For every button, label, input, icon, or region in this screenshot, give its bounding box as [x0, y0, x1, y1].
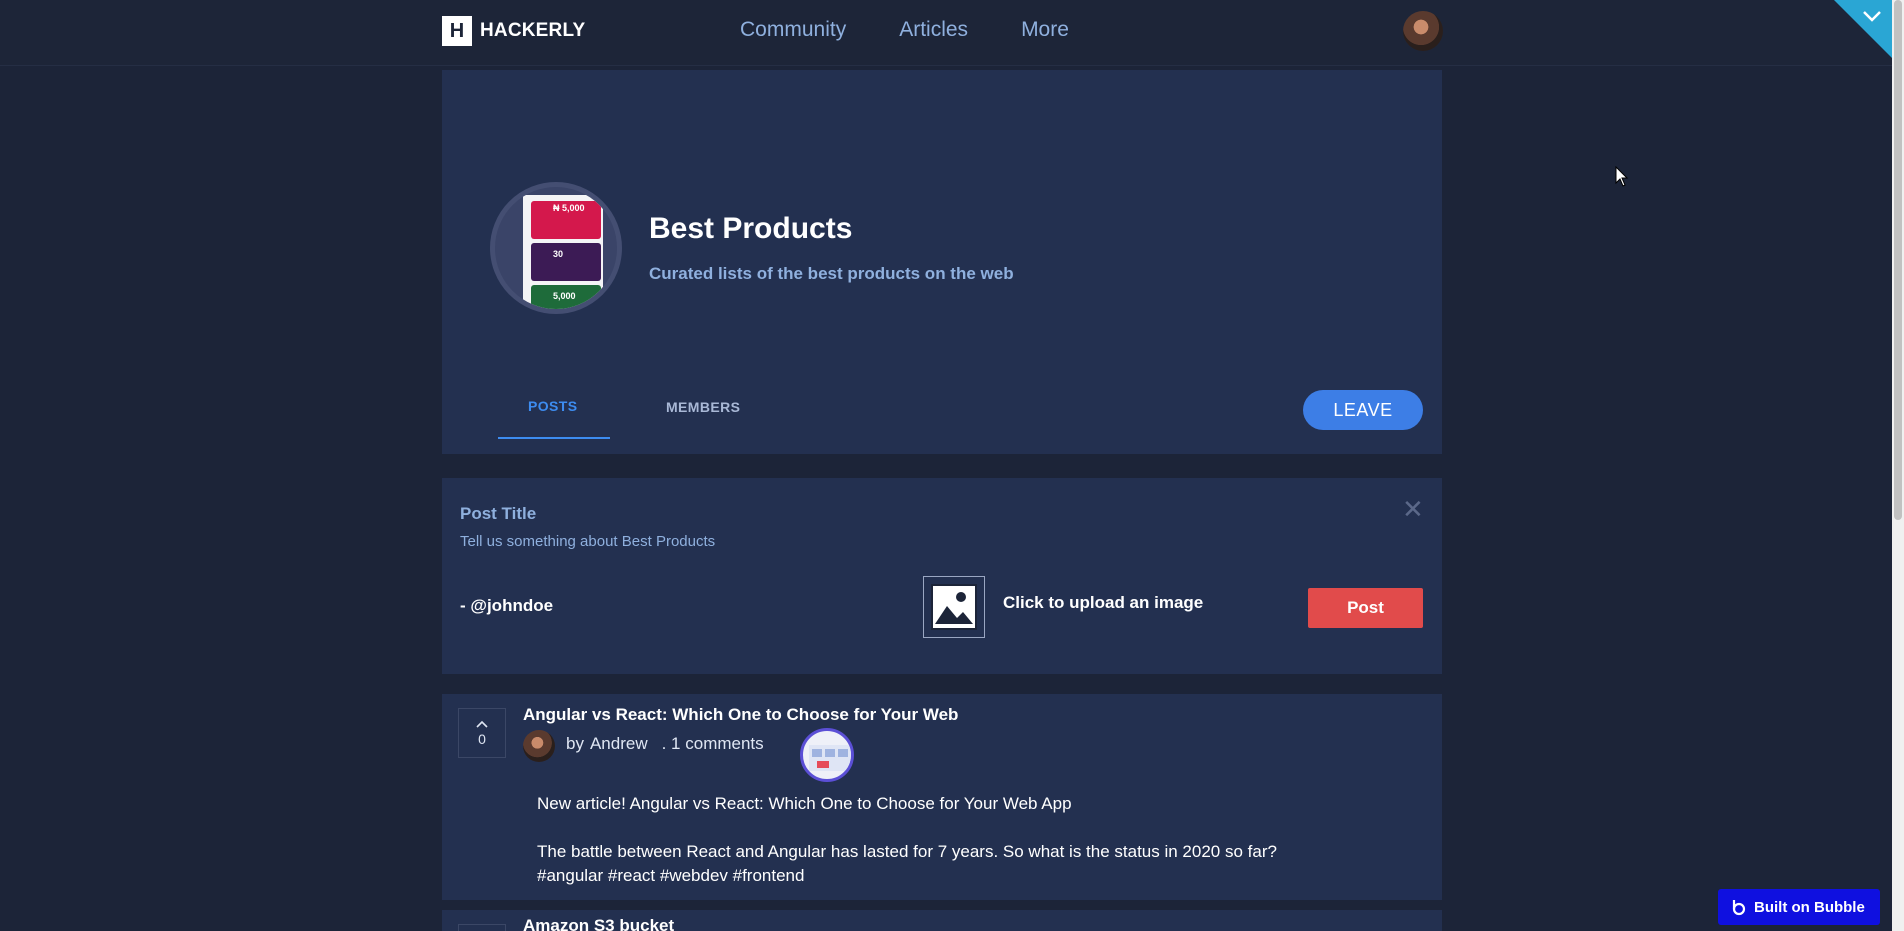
compose-post-card: Post Title Tell us something about Best …	[442, 478, 1442, 674]
top-navbar: H HACKERLY Community Articles More	[0, 0, 1904, 66]
post-comments-count[interactable]: . 1 comments	[662, 734, 764, 754]
post-author: - @johndoe	[460, 596, 554, 615]
community-image-text: 5,000	[553, 291, 576, 301]
logo-text: HACKERLY	[480, 20, 586, 41]
nav-more[interactable]: More	[1021, 18, 1069, 42]
post-title[interactable]: Angular vs React: Which One to Choose fo…	[523, 705, 958, 725]
logo[interactable]: H HACKERLY	[442, 16, 585, 46]
post-thumbnail[interactable]	[800, 728, 854, 782]
community-header: ₦ 5,000 30 5,000 Best Products Curated l…	[442, 70, 1442, 454]
image-upload-button[interactable]	[923, 576, 985, 638]
post-title-input[interactable]: Post Title	[460, 504, 536, 524]
user-avatar[interactable]	[1403, 11, 1443, 51]
mouse-cursor-icon	[1615, 166, 1629, 187]
scrollbar-thumb[interactable]	[1894, 0, 1902, 520]
post-meta: by Andrew . 1 comments	[566, 734, 764, 754]
logo-mark: H	[442, 16, 472, 46]
nav-articles[interactable]: Articles	[899, 18, 968, 42]
post-author-name[interactable]: Andrew	[590, 734, 648, 754]
author-avatar[interactable]	[523, 730, 555, 762]
community-image-text: ₦ 5,000	[553, 203, 585, 213]
bubble-badge-label: Built on Bubble	[1754, 898, 1865, 916]
post-button[interactable]: Post	[1308, 588, 1423, 628]
upvote-button[interactable]	[458, 924, 506, 931]
post-body: New article! Angular vs React: Which One…	[537, 792, 1277, 888]
by-label: by	[566, 734, 584, 753]
community-image: ₦ 5,000 30 5,000	[490, 182, 622, 314]
community-title: Best Products	[649, 212, 853, 245]
upvote-icon	[476, 720, 488, 728]
upvote-button[interactable]: 0	[458, 708, 506, 758]
post-card: 0 Angular vs React: Which One to Choose …	[442, 694, 1442, 900]
community-image-card	[531, 243, 601, 281]
vote-count: 0	[478, 731, 486, 747]
leave-button[interactable]: LEAVE	[1303, 390, 1423, 430]
built-on-bubble-badge[interactable]: Built on Bubble	[1718, 889, 1880, 925]
post-body-line: The battle between React and Angular has…	[537, 842, 1277, 861]
nav-community[interactable]: Community	[740, 18, 846, 42]
community-image-text: 30	[553, 249, 564, 259]
tab-posts[interactable]: POSTS	[528, 398, 577, 414]
post-body-input[interactable]: Tell us something about Best Products	[460, 533, 715, 550]
close-icon[interactable]: ✕	[1402, 496, 1424, 522]
post-card: Amazon S3 bucket	[442, 910, 1442, 931]
upload-label[interactable]: Click to upload an image	[1003, 593, 1203, 613]
post-hashtags[interactable]: #angular #react #webdev #frontend	[537, 864, 1277, 888]
scrollbar[interactable]	[1892, 0, 1904, 931]
community-subtitle: Curated lists of the best products on th…	[649, 264, 1014, 283]
chevron-down-icon[interactable]	[1834, 0, 1892, 58]
active-tab-indicator	[498, 437, 610, 439]
post-thumbnail-image	[809, 745, 851, 771]
image-upload-icon	[931, 584, 977, 630]
post-title[interactable]: Amazon S3 bucket	[523, 916, 674, 931]
bubble-logo-icon	[1732, 900, 1746, 916]
tab-members[interactable]: MEMBERS	[666, 399, 740, 415]
main-nav: Community Articles More	[740, 18, 1069, 42]
post-body-line: New article! Angular vs React: Which One…	[537, 794, 1072, 813]
